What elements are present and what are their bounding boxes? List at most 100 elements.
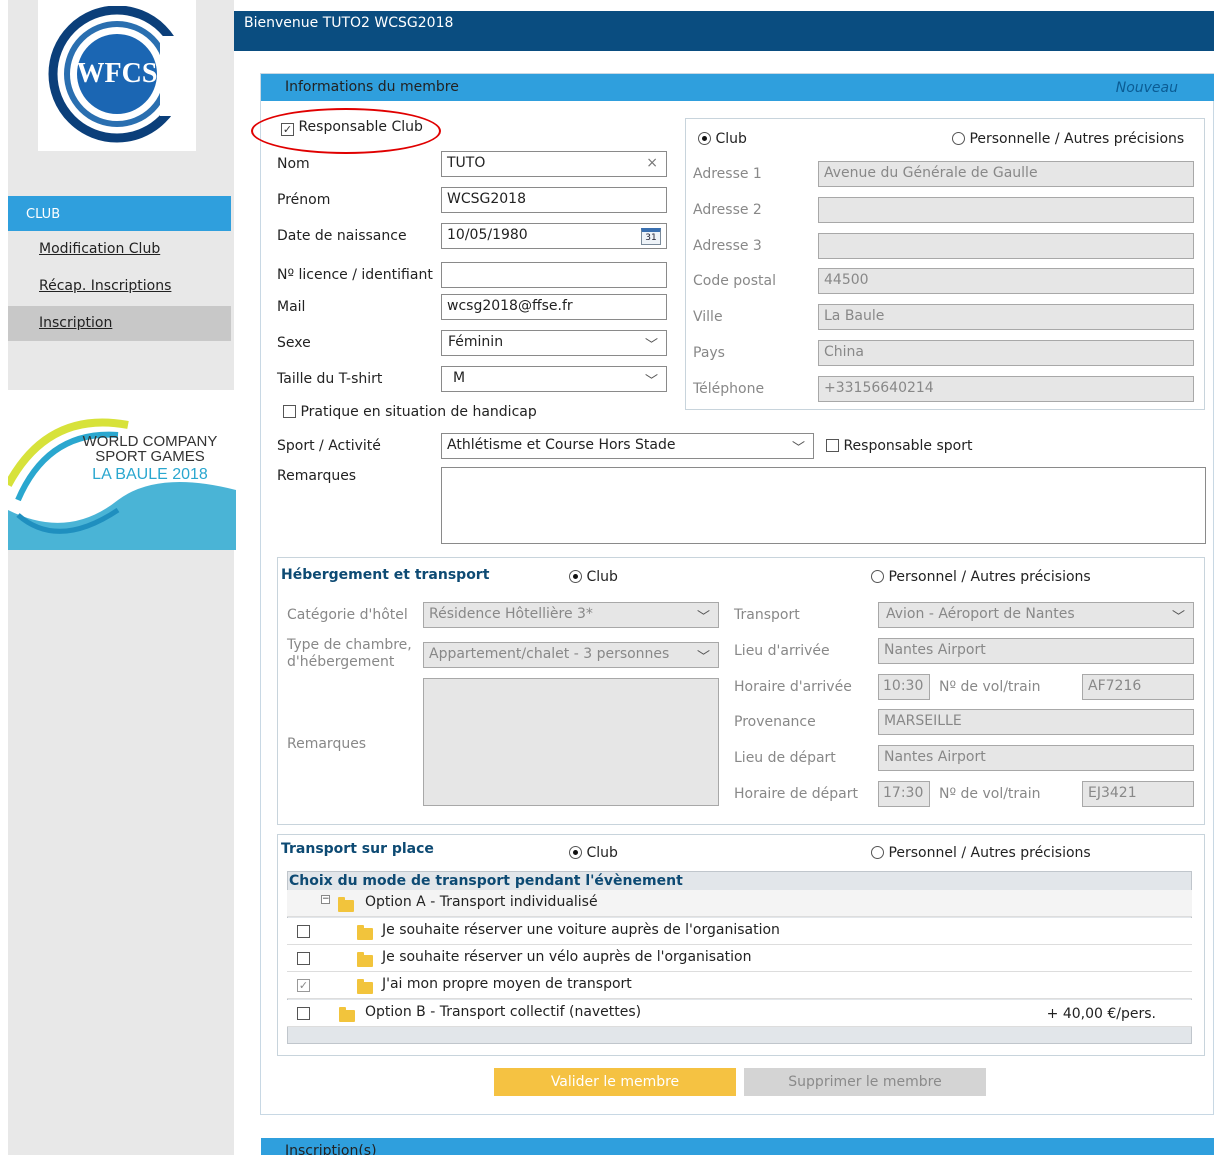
adresse1-label: Adresse 1	[693, 166, 762, 182]
tree-row-propre[interactable]: ✓ J'ai mon propre moyen de transport	[287, 972, 1192, 999]
hebergement-perso-radio[interactable]	[871, 570, 884, 583]
tree-row-option-b[interactable]: Option B - Transport collectif (navettes…	[287, 1000, 1192, 1027]
adresse3-field[interactable]	[818, 233, 1194, 259]
sexe-value: Féminin	[448, 334, 504, 350]
arrivee-lieu-field[interactable]: Nantes Airport	[878, 638, 1194, 664]
chevron-down-icon: ﹀	[696, 650, 710, 665]
depart-heure-field[interactable]: 17:30	[878, 781, 930, 807]
option-b-checkbox[interactable]	[297, 1007, 310, 1020]
logo-text: WFCS	[77, 58, 158, 89]
nom-field[interactable]: TUTO ×	[441, 151, 667, 177]
naissance-value: 10/05/1980	[447, 227, 528, 243]
option-b-price: + 40,00 €/pers.	[1046, 1006, 1156, 1022]
hebergement-club-radio[interactable]	[569, 570, 582, 583]
folder-icon	[339, 1007, 355, 1022]
hebergement-club-label: Club	[586, 569, 618, 585]
sidebar	[8, 0, 234, 1155]
depart-heure-label: Horaire de départ	[734, 786, 858, 802]
responsable-sport-option[interactable]: Responsable sport	[826, 438, 973, 454]
vol-depart-label: Nº de vol/train	[939, 786, 1041, 802]
adresse2-label: Adresse 2	[693, 202, 762, 218]
sport-select[interactable]: Athlétisme et Course Hors Stade ﹀	[441, 433, 814, 459]
chambre-select[interactable]: Appartement/chalet - 3 personnes ﹀	[423, 642, 719, 668]
address-club-option[interactable]: Club	[698, 131, 747, 147]
hebergement-remarques-textarea[interactable]	[423, 678, 719, 806]
transport-value: Avion - Aéroport de Nantes	[886, 606, 1075, 622]
sexe-select[interactable]: Féminin ﹀	[441, 330, 667, 356]
handicap-option[interactable]: Pratique en situation de handicap	[283, 404, 537, 420]
responsable-club-label: Responsable Club	[298, 119, 423, 135]
transport-place-club-radio[interactable]	[569, 846, 582, 859]
tree-row-velo[interactable]: Je souhaite réserver un vélo auprès de l…	[287, 945, 1192, 972]
option-a-label: Option A - Transport individualisé	[365, 894, 598, 910]
hotel-select[interactable]: Résidence Hôtellière 3* ﹀	[423, 602, 719, 628]
valider-button[interactable]: Valider le membre	[494, 1068, 736, 1096]
transport-place-perso-radio[interactable]	[871, 846, 884, 859]
hotel-label: Catégorie d'hôtel	[287, 607, 408, 623]
arrivee-lieu-label: Lieu d'arrivée	[734, 643, 830, 659]
adresse1-field[interactable]: Avenue du Générale de Gaulle	[818, 161, 1194, 187]
telephone-field[interactable]: +33156640214	[818, 376, 1194, 402]
address-perso-option[interactable]: Personnelle / Autres précisions	[952, 131, 1184, 147]
naissance-field[interactable]: 10/05/1980 31	[441, 223, 667, 249]
licence-field[interactable]	[441, 262, 667, 288]
hebergement-perso-option[interactable]: Personnel / Autres précisions	[871, 569, 1091, 585]
provenance-field[interactable]: MARSEILLE	[878, 709, 1194, 735]
naissance-label: Date de naissance	[277, 228, 407, 244]
ville-field[interactable]: La Baule	[818, 304, 1194, 330]
hebergement-club-option[interactable]: Club	[569, 569, 618, 585]
sidebar-item-recap-inscriptions[interactable]: Récap. Inscriptions	[8, 269, 231, 304]
event-logo-line1: WORLD COMPANY	[82, 433, 218, 450]
sidebar-item-inscription[interactable]: Inscription	[8, 306, 231, 341]
supprimer-button[interactable]: Supprimer le membre	[744, 1068, 986, 1096]
chevron-down-icon: ﹀	[644, 374, 658, 389]
prenom-field[interactable]: WCSG2018	[441, 187, 667, 213]
clear-icon[interactable]: ×	[646, 155, 658, 171]
collapse-icon[interactable]: −	[321, 895, 330, 904]
handicap-checkbox[interactable]	[283, 405, 296, 418]
pays-field[interactable]: China	[818, 340, 1194, 366]
propre-checkbox[interactable]: ✓	[297, 979, 310, 992]
transport-place-club-label: Club	[586, 845, 618, 861]
mail-field[interactable]: wcsg2018@ffse.fr	[441, 294, 667, 320]
responsable-sport-checkbox[interactable]	[826, 439, 839, 452]
tshirt-label: Taille du T-shirt	[277, 371, 383, 387]
transport-place-perso-label: Personnel / Autres précisions	[888, 845, 1091, 861]
transport-place-club-option[interactable]: Club	[569, 845, 618, 861]
velo-checkbox[interactable]	[297, 952, 310, 965]
sidebar-item-modification-club[interactable]: Modification Club	[8, 232, 231, 267]
responsable-club-checkbox[interactable]: ✓	[281, 123, 294, 136]
prenom-label: Prénom	[277, 192, 331, 208]
remarques-label: Remarques	[277, 468, 357, 484]
responsable-sport-label: Responsable sport	[843, 438, 973, 454]
transport-place-perso-option[interactable]: Personnel / Autres précisions	[871, 845, 1091, 861]
tshirt-select[interactable]: M ﹀	[441, 366, 667, 392]
depart-lieu-field[interactable]: Nantes Airport	[878, 745, 1194, 771]
tree-row-option-a[interactable]: − Option A - Transport individualisé	[287, 890, 1192, 917]
calendar-icon[interactable]: 31	[641, 228, 661, 245]
chambre-value: Appartement/chalet - 3 personnes	[429, 646, 670, 662]
responsable-club-option[interactable]: ✓ Responsable Club	[281, 119, 423, 136]
code-postal-field[interactable]: 44500	[818, 268, 1194, 294]
address-club-radio[interactable]	[698, 132, 711, 145]
address-perso-label: Personnelle / Autres précisions	[969, 131, 1185, 147]
inscriptions-title: Inscription(s)	[285, 1143, 377, 1155]
chevron-down-icon: ﹀	[1171, 610, 1185, 625]
propre-label: J'ai mon propre moyen de transport	[382, 976, 632, 992]
address-perso-radio[interactable]	[952, 132, 965, 145]
adresse2-field[interactable]	[818, 197, 1194, 223]
remarques-textarea[interactable]	[441, 467, 1206, 544]
tree-row-voiture[interactable]: Je souhaite réserver une voiture auprès …	[287, 918, 1192, 945]
folder-icon	[357, 925, 373, 940]
event-logo-line3: LA BAULE 2018	[92, 466, 208, 483]
hebergement-title: Hébergement et transport	[281, 567, 490, 583]
chevron-down-icon: ﹀	[696, 610, 710, 625]
hebergement-perso-label: Personnel / Autres précisions	[888, 569, 1091, 585]
voiture-checkbox[interactable]	[297, 925, 310, 938]
vol-depart-field[interactable]: EJ3421	[1082, 781, 1194, 807]
provenance-label: Provenance	[734, 714, 816, 730]
vol-arrivee-field[interactable]: AF7216	[1082, 674, 1194, 700]
arrivee-heure-field[interactable]: 10:30	[878, 674, 930, 700]
transport-select[interactable]: Avion - Aéroport de Nantes ﹀	[878, 602, 1194, 628]
transport-label: Transport	[734, 607, 800, 623]
